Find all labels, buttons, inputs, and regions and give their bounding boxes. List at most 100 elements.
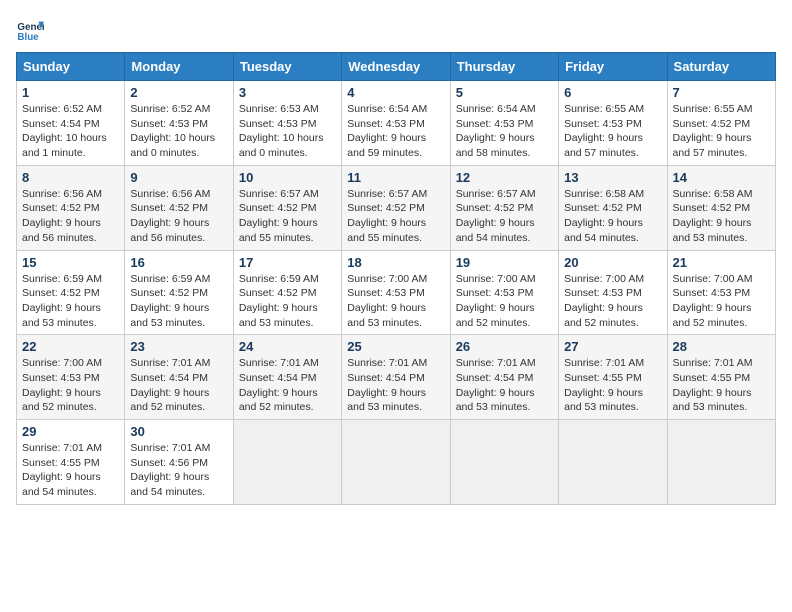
header-friday: Friday [559, 53, 667, 81]
day-number: 8 [22, 170, 119, 185]
day-number: 21 [673, 255, 770, 270]
day-info: Sunrise: 7:00 AM Sunset: 4:53 PM Dayligh… [347, 272, 444, 331]
day-number: 30 [130, 424, 227, 439]
day-info: Sunrise: 6:53 AM Sunset: 4:53 PM Dayligh… [239, 102, 336, 161]
day-cell: 20 Sunrise: 7:00 AM Sunset: 4:53 PM Dayl… [559, 250, 667, 335]
day-info: Sunrise: 7:00 AM Sunset: 4:53 PM Dayligh… [673, 272, 770, 331]
day-number: 15 [22, 255, 119, 270]
day-info: Sunrise: 6:56 AM Sunset: 4:52 PM Dayligh… [130, 187, 227, 246]
day-cell: 11 Sunrise: 6:57 AM Sunset: 4:52 PM Dayl… [342, 165, 450, 250]
header-monday: Monday [125, 53, 233, 81]
day-info: Sunrise: 6:54 AM Sunset: 4:53 PM Dayligh… [347, 102, 444, 161]
day-cell: 7 Sunrise: 6:55 AM Sunset: 4:52 PM Dayli… [667, 81, 775, 166]
day-info: Sunrise: 7:00 AM Sunset: 4:53 PM Dayligh… [22, 356, 119, 415]
header-wednesday: Wednesday [342, 53, 450, 81]
day-number: 24 [239, 339, 336, 354]
day-number: 14 [673, 170, 770, 185]
day-number: 7 [673, 85, 770, 100]
day-info: Sunrise: 7:01 AM Sunset: 4:55 PM Dayligh… [673, 356, 770, 415]
day-info: Sunrise: 7:01 AM Sunset: 4:55 PM Dayligh… [22, 441, 119, 500]
day-cell: 27 Sunrise: 7:01 AM Sunset: 4:55 PM Dayl… [559, 335, 667, 420]
day-cell: 28 Sunrise: 7:01 AM Sunset: 4:55 PM Dayl… [667, 335, 775, 420]
day-number: 3 [239, 85, 336, 100]
day-info: Sunrise: 7:01 AM Sunset: 4:56 PM Dayligh… [130, 441, 227, 500]
week-row-5: 29 Sunrise: 7:01 AM Sunset: 4:55 PM Dayl… [17, 420, 776, 505]
header-row: SundayMondayTuesdayWednesdayThursdayFrid… [17, 53, 776, 81]
day-info: Sunrise: 7:01 AM Sunset: 4:55 PM Dayligh… [564, 356, 661, 415]
day-cell [667, 420, 775, 505]
day-cell: 4 Sunrise: 6:54 AM Sunset: 4:53 PM Dayli… [342, 81, 450, 166]
day-cell: 24 Sunrise: 7:01 AM Sunset: 4:54 PM Dayl… [233, 335, 341, 420]
calendar-table: SundayMondayTuesdayWednesdayThursdayFrid… [16, 52, 776, 505]
day-number: 29 [22, 424, 119, 439]
day-cell [559, 420, 667, 505]
day-cell: 15 Sunrise: 6:59 AM Sunset: 4:52 PM Dayl… [17, 250, 125, 335]
day-number: 27 [564, 339, 661, 354]
day-number: 12 [456, 170, 553, 185]
day-cell: 26 Sunrise: 7:01 AM Sunset: 4:54 PM Dayl… [450, 335, 558, 420]
day-number: 28 [673, 339, 770, 354]
calendar-body: 1 Sunrise: 6:52 AM Sunset: 4:54 PM Dayli… [17, 81, 776, 505]
day-cell: 10 Sunrise: 6:57 AM Sunset: 4:52 PM Dayl… [233, 165, 341, 250]
day-info: Sunrise: 7:01 AM Sunset: 4:54 PM Dayligh… [130, 356, 227, 415]
day-info: Sunrise: 6:55 AM Sunset: 4:53 PM Dayligh… [564, 102, 661, 161]
day-number: 17 [239, 255, 336, 270]
day-cell: 9 Sunrise: 6:56 AM Sunset: 4:52 PM Dayli… [125, 165, 233, 250]
day-cell: 16 Sunrise: 6:59 AM Sunset: 4:52 PM Dayl… [125, 250, 233, 335]
day-info: Sunrise: 7:00 AM Sunset: 4:53 PM Dayligh… [456, 272, 553, 331]
day-cell: 21 Sunrise: 7:00 AM Sunset: 4:53 PM Dayl… [667, 250, 775, 335]
day-number: 25 [347, 339, 444, 354]
day-cell: 13 Sunrise: 6:58 AM Sunset: 4:52 PM Dayl… [559, 165, 667, 250]
day-cell: 30 Sunrise: 7:01 AM Sunset: 4:56 PM Dayl… [125, 420, 233, 505]
day-number: 2 [130, 85, 227, 100]
day-number: 18 [347, 255, 444, 270]
day-info: Sunrise: 7:01 AM Sunset: 4:54 PM Dayligh… [347, 356, 444, 415]
day-info: Sunrise: 6:52 AM Sunset: 4:54 PM Dayligh… [22, 102, 119, 161]
day-number: 9 [130, 170, 227, 185]
day-info: Sunrise: 6:57 AM Sunset: 4:52 PM Dayligh… [239, 187, 336, 246]
day-cell [342, 420, 450, 505]
day-info: Sunrise: 6:54 AM Sunset: 4:53 PM Dayligh… [456, 102, 553, 161]
day-info: Sunrise: 6:57 AM Sunset: 4:52 PM Dayligh… [456, 187, 553, 246]
day-cell [450, 420, 558, 505]
day-cell: 17 Sunrise: 6:59 AM Sunset: 4:52 PM Dayl… [233, 250, 341, 335]
day-number: 16 [130, 255, 227, 270]
header-saturday: Saturday [667, 53, 775, 81]
day-cell: 19 Sunrise: 7:00 AM Sunset: 4:53 PM Dayl… [450, 250, 558, 335]
day-cell [233, 420, 341, 505]
header-sunday: Sunday [17, 53, 125, 81]
day-number: 20 [564, 255, 661, 270]
day-info: Sunrise: 6:59 AM Sunset: 4:52 PM Dayligh… [239, 272, 336, 331]
day-cell: 6 Sunrise: 6:55 AM Sunset: 4:53 PM Dayli… [559, 81, 667, 166]
day-info: Sunrise: 6:58 AM Sunset: 4:52 PM Dayligh… [673, 187, 770, 246]
day-info: Sunrise: 7:01 AM Sunset: 4:54 PM Dayligh… [239, 356, 336, 415]
day-cell: 1 Sunrise: 6:52 AM Sunset: 4:54 PM Dayli… [17, 81, 125, 166]
page-header: General Blue [16, 16, 776, 44]
week-row-3: 15 Sunrise: 6:59 AM Sunset: 4:52 PM Dayl… [17, 250, 776, 335]
day-number: 6 [564, 85, 661, 100]
day-number: 23 [130, 339, 227, 354]
day-info: Sunrise: 6:59 AM Sunset: 4:52 PM Dayligh… [22, 272, 119, 331]
day-cell: 14 Sunrise: 6:58 AM Sunset: 4:52 PM Dayl… [667, 165, 775, 250]
day-cell: 29 Sunrise: 7:01 AM Sunset: 4:55 PM Dayl… [17, 420, 125, 505]
svg-text:Blue: Blue [17, 32, 39, 43]
calendar-header: SundayMondayTuesdayWednesdayThursdayFrid… [17, 53, 776, 81]
header-thursday: Thursday [450, 53, 558, 81]
day-number: 13 [564, 170, 661, 185]
day-cell: 12 Sunrise: 6:57 AM Sunset: 4:52 PM Dayl… [450, 165, 558, 250]
day-info: Sunrise: 6:57 AM Sunset: 4:52 PM Dayligh… [347, 187, 444, 246]
day-number: 19 [456, 255, 553, 270]
day-cell: 3 Sunrise: 6:53 AM Sunset: 4:53 PM Dayli… [233, 81, 341, 166]
week-row-2: 8 Sunrise: 6:56 AM Sunset: 4:52 PM Dayli… [17, 165, 776, 250]
day-number: 22 [22, 339, 119, 354]
day-info: Sunrise: 6:56 AM Sunset: 4:52 PM Dayligh… [22, 187, 119, 246]
day-info: Sunrise: 7:01 AM Sunset: 4:54 PM Dayligh… [456, 356, 553, 415]
day-cell: 8 Sunrise: 6:56 AM Sunset: 4:52 PM Dayli… [17, 165, 125, 250]
day-cell: 22 Sunrise: 7:00 AM Sunset: 4:53 PM Dayl… [17, 335, 125, 420]
day-cell: 23 Sunrise: 7:01 AM Sunset: 4:54 PM Dayl… [125, 335, 233, 420]
day-info: Sunrise: 6:55 AM Sunset: 4:52 PM Dayligh… [673, 102, 770, 161]
day-info: Sunrise: 7:00 AM Sunset: 4:53 PM Dayligh… [564, 272, 661, 331]
day-number: 1 [22, 85, 119, 100]
week-row-4: 22 Sunrise: 7:00 AM Sunset: 4:53 PM Dayl… [17, 335, 776, 420]
logo: General Blue [16, 16, 44, 44]
